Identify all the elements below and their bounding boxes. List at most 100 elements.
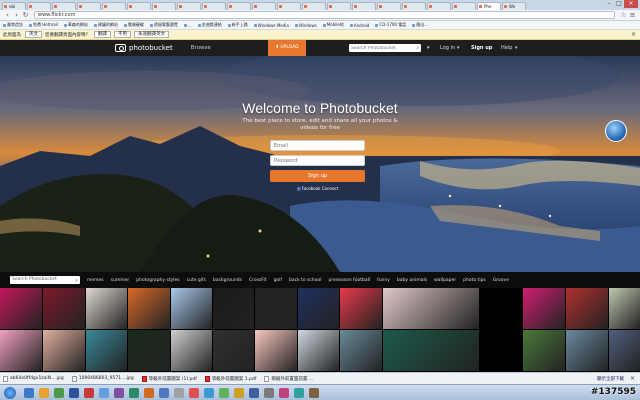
browser-tab[interactable]	[252, 2, 276, 10]
bookmark-item[interactable]: 新手上路	[228, 22, 248, 28]
download-item[interactable]: 等級外前置圖案 (1).pdf	[141, 375, 197, 382]
photo-thumbnail[interactable]	[86, 330, 127, 371]
email-field[interactable]	[270, 140, 365, 151]
tag-link[interactable]: golf	[274, 278, 282, 283]
browse-link[interactable]: Browse	[191, 45, 211, 51]
download-item[interactable]: 兩級外前置面前置 ...	[264, 375, 313, 382]
photo-thumbnail[interactable]	[213, 330, 254, 371]
browser-tab[interactable]	[152, 2, 176, 10]
browser-tab[interactable]: Phe	[477, 2, 501, 10]
signup-button[interactable]: Sign up	[270, 170, 365, 182]
search-icon[interactable]: ⌕	[75, 277, 78, 285]
search-input[interactable]	[351, 44, 411, 52]
tag-link[interactable]: back to school	[289, 278, 322, 283]
start-button[interactable]	[4, 386, 16, 399]
photobucket-logo[interactable]: photobucket	[115, 44, 173, 52]
bookmark-item[interactable]: ...	[184, 23, 192, 28]
taskbar-app-icon[interactable]	[279, 387, 289, 398]
tag-link[interactable]: preseason football	[329, 278, 371, 283]
browser-tab[interactable]	[377, 2, 401, 10]
tag-link[interactable]: CrossFit	[249, 278, 267, 283]
download-item[interactable]: ab64e0ffdgv1zaiN....jpg	[3, 375, 64, 382]
tag-link[interactable]: summer	[111, 278, 130, 283]
tag-link[interactable]: Groove	[493, 278, 509, 283]
no-translate-button[interactable]: 不用	[114, 31, 131, 38]
download-item[interactable]: 等級外前置圖案 1.pdf	[204, 375, 256, 382]
photo-thumbnail[interactable]	[128, 330, 170, 371]
bookmark-item[interactable]: 免費 Hotmail	[29, 22, 58, 28]
tag-link[interactable]: funny	[377, 278, 390, 283]
taskbar-app-icon[interactable]	[114, 387, 124, 398]
back-icon[interactable]: ‹	[3, 11, 12, 19]
photo-thumbnail[interactable]	[383, 330, 479, 371]
bookmark-item[interactable]: 雲端硬碟	[124, 22, 144, 28]
upload-button[interactable]: ⬆ UPLOAD	[268, 40, 306, 56]
minimize-button[interactable]: –	[604, 0, 614, 8]
tag-search-input[interactable]: Search Photobucket ⌕	[10, 276, 80, 284]
always-translate-button[interactable]: 永遠翻譯英文	[134, 31, 169, 38]
browser-tab[interactable]	[27, 2, 51, 10]
password-field[interactable]	[270, 155, 365, 166]
photo-thumbnail[interactable]	[340, 330, 382, 371]
menu-icon[interactable]: ≡	[628, 11, 637, 19]
bookmark-item[interactable]: 金曲獎連結	[198, 22, 222, 28]
maximize-button[interactable]: □	[614, 0, 624, 8]
close-button[interactable]: ×	[624, 0, 638, 8]
taskbar-app-icon[interactable]	[294, 387, 304, 398]
reload-icon[interactable]: ↻	[21, 11, 30, 19]
bookmark-item[interactable]: 應出...	[412, 22, 428, 28]
login-link[interactable]: Log in	[440, 40, 455, 56]
photo-thumbnail[interactable]	[0, 288, 42, 329]
tag-link[interactable]: baby animals	[397, 278, 427, 283]
browser-tab[interactable]	[402, 2, 426, 10]
photo-thumbnail[interactable]	[383, 288, 479, 329]
browser-tab[interactable]: We	[502, 2, 526, 10]
search-icon[interactable]: ⌕	[416, 45, 419, 51]
photo-thumbnail[interactable]	[213, 288, 254, 329]
photo-thumbnail[interactable]	[0, 330, 42, 371]
photo-thumbnail[interactable]	[609, 288, 640, 329]
taskbar-app-icon[interactable]	[219, 387, 229, 398]
taskbar-app-icon[interactable]	[234, 387, 244, 398]
taskbar-app-icon[interactable]	[54, 387, 64, 398]
photo-thumbnail[interactable]	[255, 330, 297, 371]
help-dropdown-icon[interactable]: ▾	[515, 40, 518, 56]
tag-link[interactable]: wallpaper	[434, 278, 456, 283]
taskbar-app-icon[interactable]	[24, 387, 34, 398]
signup-link[interactable]: Sign up	[471, 40, 492, 56]
browser-tab[interactable]	[452, 2, 476, 10]
taskbar-app-icon[interactable]	[159, 387, 169, 398]
close-icon[interactable]: ×	[631, 31, 636, 38]
taskbar-app-icon[interactable]	[69, 387, 79, 398]
photo-thumbnail[interactable]	[171, 288, 212, 329]
browser-tab[interactable]	[302, 2, 326, 10]
bookmark-item[interactable]: CO-1700 電話	[375, 22, 406, 28]
photo-thumbnail[interactable]	[298, 330, 339, 371]
browser-tab[interactable]	[202, 2, 226, 10]
photo-thumbnail[interactable]	[566, 288, 608, 329]
taskbar-app-icon[interactable]	[309, 387, 319, 398]
bookmark-item[interactable]: 建議的網站	[94, 22, 118, 28]
photo-thumbnail[interactable]	[171, 330, 212, 371]
photo-thumbnail[interactable]	[523, 288, 565, 329]
browser-tab[interactable]	[227, 2, 251, 10]
help-link[interactable]: Help	[501, 40, 512, 56]
taskbar-app-icon[interactable]	[189, 387, 199, 398]
bookmark-item[interactable]: Windows Media	[254, 23, 289, 28]
taskbar-app-icon[interactable]	[249, 387, 259, 398]
bookmark-item[interactable]: Mobile的	[323, 22, 344, 28]
facebook-connect[interactable]: f Facebook Connect	[270, 186, 365, 191]
forward-icon[interactable]: ›	[12, 11, 21, 19]
login-dropdown-icon[interactable]: ▾	[457, 40, 460, 56]
download-item[interactable]: 1090486803_9571....jpg	[71, 375, 134, 382]
search-dropdown-icon[interactable]: ▾	[427, 40, 430, 56]
photo-thumbnail[interactable]	[298, 288, 339, 329]
browser-tab[interactable]	[127, 2, 151, 10]
tag-link[interactable]: photography styles	[136, 278, 179, 283]
browser-tab[interactable]	[77, 2, 101, 10]
photo-thumbnail[interactable]	[86, 288, 127, 329]
taskbar-app-icon[interactable]	[174, 387, 184, 398]
tag-link[interactable]: backgrounds	[213, 278, 242, 283]
browser-tab[interactable]	[352, 2, 376, 10]
browser-tab[interactable]	[102, 2, 126, 10]
